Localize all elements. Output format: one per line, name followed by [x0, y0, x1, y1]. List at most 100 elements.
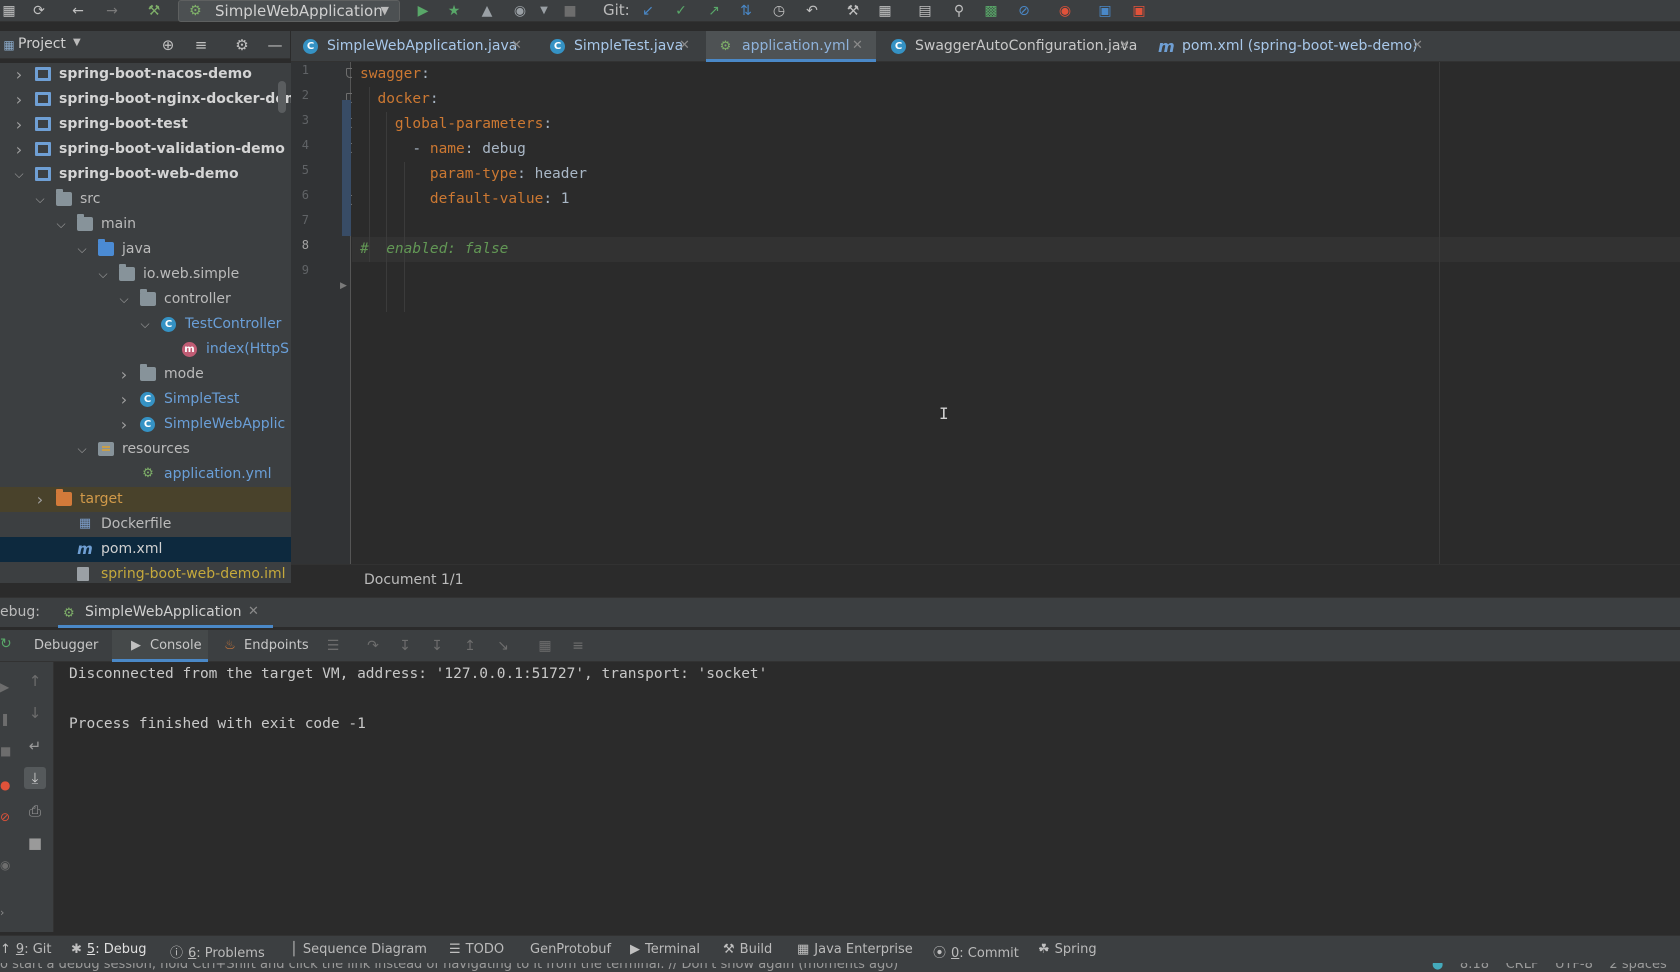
tool-window-button[interactable]: ☘ Spring [1038, 942, 1097, 957]
close-icon[interactable]: ✕ [248, 604, 259, 619]
chevron-right-icon[interactable]: › [12, 112, 26, 137]
translate-icon[interactable]: ▣ [1096, 2, 1114, 20]
jrebel-icon[interactable]: ◉ [1056, 2, 1074, 20]
step-into-icon[interactable]: ↧ [396, 638, 414, 654]
stop-icon[interactable]: ■ [0, 744, 11, 758]
indent-setting[interactable]: 2 spaces [1609, 963, 1666, 972]
close-icon[interactable]: ✕ [679, 31, 690, 61]
editor-tab[interactable]: m pom.xml (spring-boot-web-demo) ✕ [1146, 31, 1436, 62]
plugin-icon[interactable]: ▩ [982, 2, 1000, 20]
disable-icon[interactable]: ⊘ [1015, 2, 1033, 20]
step-over-icon[interactable]: ↷ [364, 638, 382, 654]
git-merge-icon[interactable]: ⇅ [737, 2, 755, 20]
mute-breakpoints-icon[interactable]: ⊘ [0, 810, 10, 824]
chevron-right-icon[interactable]: › [117, 387, 131, 412]
tree-item[interactable]: › spring-boot-validation-demo [0, 137, 291, 162]
editor-tab[interactable]: ⚙ application.yml ✕ [706, 31, 876, 62]
print-icon[interactable]: ⎙ [24, 800, 46, 822]
editor-tab[interactable]: C SimpleWebApplication.java ✕ [291, 31, 535, 62]
run-configuration-select[interactable]: ⚙ SimpleWebApplication ▼ [178, 0, 400, 22]
up-arrow-icon[interactable]: ↑ [24, 670, 46, 692]
tool-window-button[interactable]: ⦿ 0: Commit [933, 942, 1019, 961]
console-output[interactable]: Disconnected from the target VM, address… [55, 662, 1680, 932]
tree-item[interactable]: › C SimpleWebApplic [0, 412, 291, 437]
chevron-down-icon[interactable]: ⌵ [33, 187, 47, 212]
chevron-down-icon[interactable]: ⌵ [12, 162, 26, 187]
tool-window-button[interactable]: │ Sequence Diagram [290, 942, 427, 957]
trash-icon[interactable]: ■ [24, 832, 46, 854]
rerun-icon[interactable]: ↻ [0, 636, 12, 652]
build-hammer-icon[interactable]: ⚒ [145, 2, 163, 20]
tree-item[interactable]: m pom.xml [0, 537, 291, 562]
chevron-down-icon[interactable]: ⌵ [138, 312, 152, 337]
tree-item[interactable]: spring-boot-web-demo.iml [0, 562, 291, 583]
git-commit-icon[interactable]: ✓ [672, 2, 690, 20]
tree-item[interactable]: ⚙ application.yml [0, 462, 291, 487]
layout-menu-icon[interactable]: ☰ [324, 638, 342, 654]
close-icon[interactable]: ✕ [511, 31, 522, 61]
file-encoding[interactable]: UTF-8 [1555, 963, 1593, 972]
tab-console[interactable]: ▶ Console [112, 630, 208, 662]
chevron-down-icon[interactable]: ⌵ [75, 237, 89, 262]
step-out-icon[interactable]: ↥ [461, 638, 479, 654]
tool-window-button[interactable]: ↑ 9: Git [0, 942, 51, 957]
event-log-icon[interactable]: ● [1432, 963, 1443, 972]
tool-window-button[interactable]: ⚒ Build [723, 942, 772, 957]
tree-item[interactable]: ⌵ src [0, 187, 291, 212]
debug-session-tab[interactable]: ⚙ SimpleWebApplication ✕ [58, 598, 273, 628]
search-icon[interactable]: ⚲ [950, 2, 968, 20]
project-structure-icon[interactable]: ▦ [876, 2, 894, 20]
editor-tab[interactable]: C SwaggerAutoConfiguration.java ✕ [879, 31, 1143, 62]
breadcrumb[interactable]: Document 1/1 [364, 572, 464, 588]
chevron-down-icon[interactable]: ⌵ [117, 287, 131, 312]
tree-item[interactable]: ⌵ C TestController [0, 312, 291, 337]
git-update-icon[interactable]: ↙ [639, 2, 657, 20]
force-step-into-icon[interactable]: ↧ [428, 638, 446, 654]
chevron-right-icon[interactable]: › [117, 412, 131, 437]
fold-arrow-icon[interactable]: ▶ [340, 281, 347, 291]
tree-item[interactable]: › target [0, 487, 291, 512]
tree-item[interactable]: ⌵ controller [0, 287, 291, 312]
tab-debugger[interactable]: Debugger [22, 630, 122, 662]
tool-window-button[interactable]: ▦ Java Enterprise [797, 942, 913, 957]
save-icon[interactable]: ▦ [0, 2, 18, 20]
git-rollback-icon[interactable]: ↶ [803, 2, 821, 20]
soft-wrap-icon[interactable]: ↵ [24, 735, 46, 757]
editor-tab[interactable]: C SimpleTest.java ✕ [538, 31, 703, 62]
line-separator[interactable]: CRLF [1506, 963, 1539, 972]
chevron-right-icon[interactable]: › [12, 87, 26, 112]
close-icon[interactable]: ✕ [1412, 31, 1423, 61]
tree-item[interactable]: ⌵ resources [0, 437, 291, 462]
pause-icon[interactable]: ❚ [0, 712, 10, 726]
tree-item[interactable]: › mode [0, 362, 291, 387]
code-editor[interactable]: swagger: docker: global-parameters: - na… [352, 62, 1680, 564]
chevron-down-icon[interactable]: ▼ [73, 37, 81, 48]
sync-icon[interactable]: ⟳ [30, 2, 48, 20]
close-icon[interactable]: ✕ [1119, 31, 1130, 61]
translate-alt-icon[interactable]: ▣ [1130, 2, 1148, 20]
run-to-cursor-icon[interactable]: ↘ [494, 638, 512, 654]
profile-icon[interactable]: ◉ [511, 2, 529, 20]
expand-icon[interactable]: › [0, 906, 4, 919]
git-history-icon[interactable]: ◷ [770, 2, 788, 20]
chevron-right-icon[interactable]: › [117, 362, 131, 387]
run-icon[interactable]: ▶ [414, 2, 432, 20]
scroll-to-end-icon[interactable]: ⤓ [24, 767, 46, 789]
tree-item[interactable]: ▦ Dockerfile [0, 512, 291, 537]
tool-window-button[interactable]: ✱ 5: Debug [71, 942, 146, 957]
settings-wrench-icon[interactable]: ⚒ [844, 2, 862, 20]
camera-icon[interactable]: ◉ [0, 858, 10, 872]
chevron-right-icon[interactable]: › [12, 63, 26, 87]
tree-item[interactable]: › C SimpleTest [0, 387, 291, 412]
tree-item[interactable]: m index(HttpS [0, 337, 291, 362]
tree-item[interactable]: › spring-boot-test [0, 112, 291, 137]
chevron-down-icon[interactable]: ⌵ [96, 262, 110, 287]
trace-stream-icon[interactable]: ≡ [569, 638, 587, 654]
chevron-right-icon[interactable]: › [12, 137, 26, 162]
gear-icon[interactable]: ⚙ [233, 36, 251, 54]
git-push-icon[interactable]: ↗ [705, 2, 723, 20]
forward-icon[interactable]: → [103, 2, 121, 20]
coverage-icon[interactable]: ▲ [478, 2, 496, 20]
chevron-right-icon[interactable]: › [33, 487, 47, 512]
tree-item[interactable]: › spring-boot-nacos-demo [0, 63, 291, 87]
